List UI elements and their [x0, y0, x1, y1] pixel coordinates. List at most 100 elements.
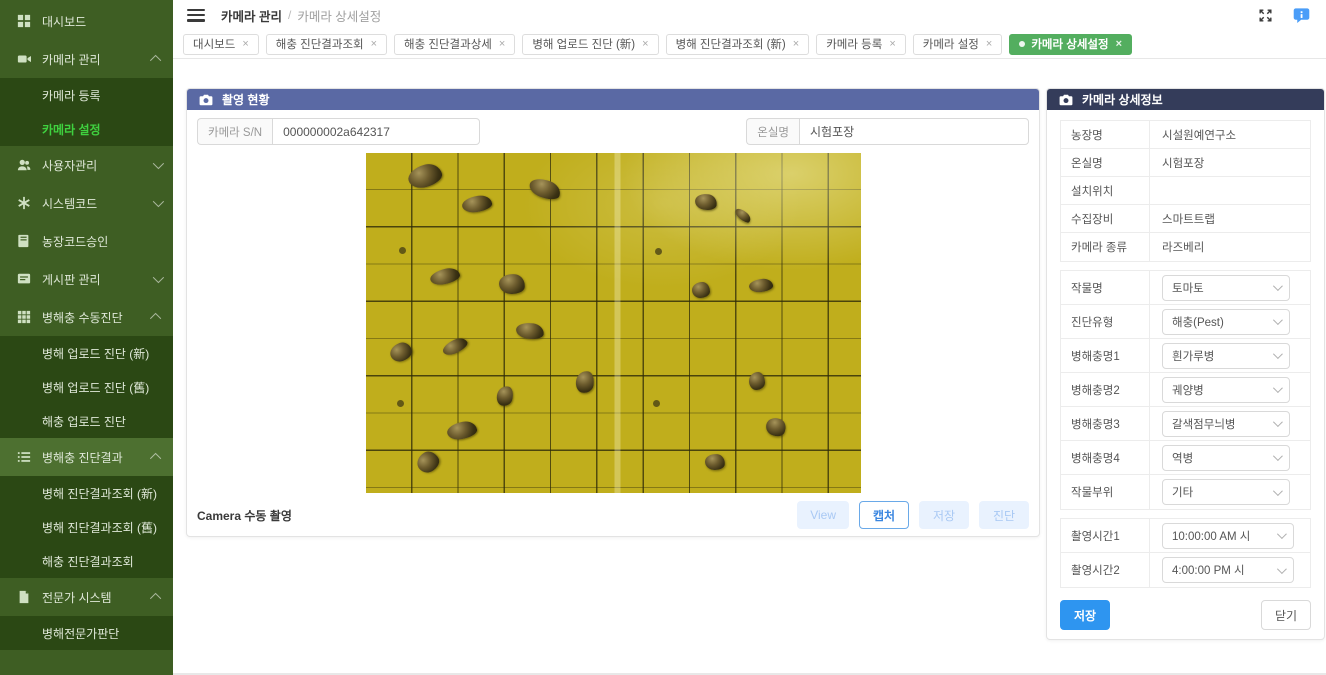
sidebar-item-label: 시스템코드: [42, 195, 153, 212]
close-panel-button[interactable]: 닫기: [1261, 600, 1311, 630]
sidebar-group-system-code[interactable]: 시스템코드: [0, 184, 173, 222]
chevron-down-icon: [153, 196, 164, 207]
insect-blob: [515, 321, 545, 341]
select-value: 갈색점무늬병: [1172, 416, 1235, 432]
insect-blob: [446, 419, 478, 441]
table-row: 진단유형 해충(Pest): [1061, 305, 1310, 339]
tab-pest-results[interactable]: 해충 진단결과조회×: [266, 34, 387, 55]
row-value: [1149, 177, 1310, 204]
pest-name-4-select[interactable]: 역병: [1162, 445, 1290, 471]
sidebar-item-label: 카메라 설정: [42, 121, 161, 138]
sidebar-submenu-diagnosis-results: 병해 진단결과조회 (新) 병해 진단결과조회 (舊) 해충 진단결과조회: [0, 476, 173, 578]
capture-time-2-select[interactable]: 4:00:00 PM 시: [1162, 557, 1294, 583]
close-icon[interactable]: ×: [371, 39, 377, 50]
sidebar-item-disease-results-new[interactable]: 병해 진단결과조회 (新): [0, 476, 173, 510]
table-row: 병해충명4역병: [1061, 441, 1310, 475]
sidebar-item-disease-expert-judgement[interactable]: 병해전문가판단: [0, 616, 173, 650]
sidebar-item-camera-settings[interactable]: 카메라 설정: [0, 112, 173, 146]
sidebar-item-pest-results[interactable]: 해충 진단결과조회: [0, 544, 173, 578]
camera-sn-input[interactable]: [272, 118, 480, 145]
diagnosis-type-select[interactable]: 해충(Pest): [1162, 309, 1290, 335]
close-icon[interactable]: ×: [986, 39, 992, 50]
panel-title: 카메라 상세정보: [1082, 91, 1163, 108]
grid-icon: [16, 310, 32, 324]
select-value: 기타: [1172, 484, 1193, 500]
close-icon[interactable]: ×: [499, 39, 505, 50]
row-label: 수집장비: [1061, 211, 1149, 227]
tab-label: 카메라 상세설정: [1031, 36, 1108, 52]
crop-part-select[interactable]: 기타: [1162, 479, 1290, 505]
view-button[interactable]: View: [797, 501, 849, 529]
greenhouse-group: 온실명: [746, 118, 1029, 145]
save-settings-button[interactable]: 저장: [1060, 600, 1110, 630]
sidebar-item-label: 카메라 등록: [42, 87, 161, 104]
row-label: 진단유형: [1061, 314, 1149, 330]
close-icon[interactable]: ×: [642, 39, 648, 50]
sidebar-item-dashboard[interactable]: 대시보드: [0, 2, 173, 40]
crop-name-select[interactable]: 토마토: [1162, 275, 1290, 301]
sidebar-item-label: 카메라 관리: [42, 51, 153, 68]
sidebar-group-camera-management[interactable]: 카메라 관리: [0, 40, 173, 78]
close-icon[interactable]: ×: [889, 39, 895, 50]
diagnose-button[interactable]: 진단: [979, 501, 1029, 529]
sidebar-item-disease-upload-new[interactable]: 병해 업로드 진단 (新): [0, 336, 173, 370]
system-code-icon: [16, 196, 32, 210]
row-label: 병해충명2: [1061, 382, 1149, 398]
fullscreen-icon[interactable]: [1254, 4, 1276, 26]
topbar: 카메라 관리 / 카메라 상세설정: [173, 0, 1326, 30]
sidebar-group-user-management[interactable]: 사용자관리: [0, 146, 173, 184]
row-value: 라즈베리: [1149, 233, 1310, 261]
sidebar-group-board-management[interactable]: 게시판 관리: [0, 260, 173, 298]
tab-camera-register[interactable]: 카메라 등록×: [816, 34, 906, 55]
sidebar-item-label: 게시판 관리: [42, 271, 153, 288]
tab-disease-results-new[interactable]: 병해 진단결과조회 (新)×: [666, 34, 810, 55]
sidebar-group-manual-diagnosis[interactable]: 병해충 수동진단: [0, 298, 173, 336]
pest-name-2-select[interactable]: 궤양병: [1162, 377, 1290, 403]
camera-sn-label: 카메라 S/N: [197, 118, 272, 145]
tab-camera-detail-settings[interactable]: 카메라 상세설정 ×: [1009, 34, 1132, 55]
table-row: 촬영시간24:00:00 PM 시: [1061, 553, 1310, 587]
capture-button[interactable]: 캡처: [859, 501, 909, 529]
greenhouse-input[interactable]: [799, 118, 1029, 145]
document-icon: [16, 590, 32, 604]
sidebar-group-expert-system[interactable]: 전문가 시스템: [0, 578, 173, 616]
sidebar-submenu-manual-diagnosis: 병해 업로드 진단 (新) 병해 업로드 진단 (舊) 해충 업로드 진단: [0, 336, 173, 438]
row-label: 설치위치: [1061, 183, 1149, 199]
sidebar-item-camera-register[interactable]: 카메라 등록: [0, 78, 173, 112]
camera-icon: [1059, 94, 1073, 106]
insect-blob: [405, 161, 444, 191]
close-icon[interactable]: ×: [1116, 39, 1122, 50]
close-icon[interactable]: ×: [242, 39, 248, 50]
table-row: 카메라 종류라즈베리: [1061, 233, 1310, 261]
chevron-down-icon: [1273, 281, 1283, 291]
menu-toggle-icon[interactable]: [187, 9, 205, 22]
sidebar-item-label: 병해충 수동진단: [42, 309, 153, 326]
capture-status-panel: 촬영 현황 카메라 S/N 온실명 Camera 수동 촬영: [186, 88, 1040, 537]
camera-detail-header: 카메라 상세정보: [1047, 89, 1324, 110]
trap-hole-dot: [397, 400, 404, 407]
sidebar-group-diagnosis-results[interactable]: 병해충 진단결과: [0, 438, 173, 476]
row-label: 촬영시간1: [1061, 528, 1149, 544]
tab-pest-result-detail[interactable]: 해충 진단결과상세×: [394, 34, 515, 55]
tab-disease-upload-new[interactable]: 병해 업로드 진단 (新)×: [522, 34, 658, 55]
sidebar-item-disease-upload-old[interactable]: 병해 업로드 진단 (舊): [0, 370, 173, 404]
chevron-down-icon: [1273, 349, 1283, 359]
save-capture-button[interactable]: 저장: [919, 501, 969, 529]
table-row: 병해충명1흰가루병: [1061, 339, 1310, 373]
chevron-down-icon: [1273, 383, 1283, 393]
sidebar-item-pest-upload[interactable]: 해충 업로드 진단: [0, 404, 173, 438]
chat-info-icon[interactable]: [1290, 4, 1312, 26]
insect-blob: [388, 340, 415, 364]
row-label: 병해충명3: [1061, 416, 1149, 432]
pest-name-3-select[interactable]: 갈색점무늬병: [1162, 411, 1290, 437]
pest-name-1-select[interactable]: 흰가루병: [1162, 343, 1290, 369]
close-icon[interactable]: ×: [793, 39, 799, 50]
tab-camera-settings[interactable]: 카메라 설정×: [913, 34, 1003, 55]
sidebar-item-farm-code-approval[interactable]: 농장코드승인: [0, 222, 173, 260]
users-icon: [16, 158, 32, 172]
capture-status-header: 촬영 현황: [187, 89, 1039, 110]
capture-time-1-select[interactable]: 10:00:00 AM 시: [1162, 523, 1294, 549]
tab-dashboard[interactable]: 대시보드×: [183, 34, 259, 55]
insect-blob: [429, 266, 461, 287]
sidebar-item-disease-results-old[interactable]: 병해 진단결과조회 (舊): [0, 510, 173, 544]
